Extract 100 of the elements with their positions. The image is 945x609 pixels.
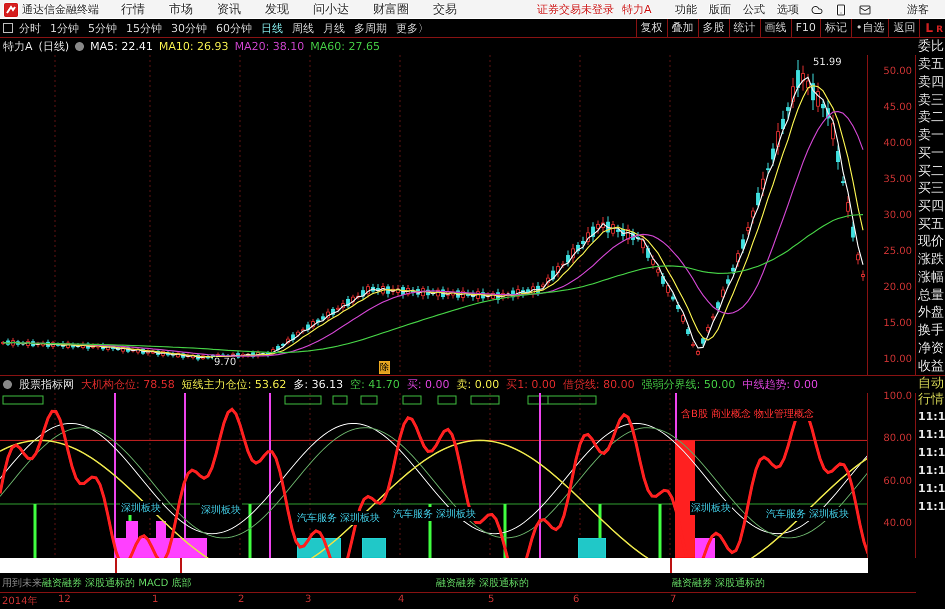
quote-label: 涨幅: [918, 268, 945, 286]
future-data-label: 用到未来: [2, 576, 42, 590]
moving-average-value: MA10: 26.93: [158, 40, 229, 53]
signal-tag: 融资融券 深股通标的 MACD 底部: [42, 576, 192, 590]
period-tab[interactable]: 月线: [323, 20, 345, 36]
tool-menu-item[interactable]: 选项: [777, 2, 799, 17]
toolbar-button[interactable]: 多股: [698, 19, 729, 37]
quote-label: 买三: [918, 180, 945, 198]
tool-menu-item[interactable]: 版面: [709, 2, 731, 17]
price-axis-label: 15.00: [883, 318, 912, 329]
date-axis-label: 7: [670, 594, 676, 605]
app-title: 通达信金融终端: [22, 2, 99, 17]
moving-average-value: MA20: 38.10: [234, 40, 304, 53]
menu-item[interactable]: 问小达: [313, 1, 349, 18]
sector-tag: 汽车服务 深圳板块: [392, 507, 478, 521]
price-axis-label: 20.00: [883, 282, 912, 293]
panel-toggle[interactable]: L R: [919, 19, 945, 37]
indicator-reading: 买: 0.00: [406, 377, 450, 392]
quote-label: 换手: [918, 322, 945, 340]
menu-item[interactable]: 交易: [433, 1, 457, 18]
period-label: (日线): [38, 39, 70, 54]
trade-time: 11:1: [918, 427, 945, 443]
period-tab[interactable]: 分时: [19, 20, 41, 36]
trade-time: 11:1: [918, 409, 945, 425]
indicator-reading: 大机构仓位: 78.58: [81, 377, 175, 392]
toolbar-button[interactable]: F10: [790, 19, 820, 37]
period-tab[interactable]: 周线: [292, 20, 314, 36]
toolbar-button[interactable]: 复权: [636, 19, 667, 37]
period-tab[interactable]: 30分钟: [171, 20, 207, 36]
high-price-label: 51.99: [812, 57, 843, 68]
indicator-axis-label: 40.00: [883, 518, 912, 530]
sector-tag: 含B股 商业概念 物业管理概念: [680, 407, 816, 421]
trade-time: 11:1: [918, 463, 945, 479]
date-axis-label: 2: [238, 594, 244, 605]
price-axis-label: 45.00: [883, 102, 912, 113]
mode-label[interactable]: 自动: [918, 376, 945, 392]
period-tab[interactable]: 5分钟: [88, 20, 117, 36]
toolbar-button[interactable]: 叠加: [666, 19, 698, 37]
sector-tag: 汽车服务 深圳板块: [765, 507, 850, 521]
mode-label[interactable]: 行情: [918, 392, 945, 408]
tool-menu-item[interactable]: 功能: [675, 2, 697, 17]
menu-item[interactable]: 资讯: [217, 1, 241, 18]
indicator-reading: 强弱分界线: 50.00: [642, 377, 736, 392]
event-marker: 除: [379, 361, 390, 374]
login-status: 证券交易未登录: [537, 2, 614, 17]
quote-label: 涨跌: [918, 251, 945, 268]
quote-label: 卖二: [918, 109, 945, 126]
signal-tag: 融资融券 深股通标的: [436, 576, 530, 590]
quote-label: 总量: [918, 286, 945, 304]
toolbar-button[interactable]: •自选: [850, 19, 888, 37]
date-axis-label: 1: [152, 594, 158, 605]
toolbar-button[interactable]: 返回: [888, 19, 920, 37]
toolbar-button[interactable]: 画线: [760, 19, 791, 37]
date-axis-label: 12: [58, 594, 71, 605]
quote-label: 买五: [918, 216, 945, 233]
trade-time: 11:1: [918, 445, 945, 461]
quote-label: 卖四: [918, 74, 945, 91]
toolbar-button[interactable]: 标记: [820, 19, 851, 37]
menu-item[interactable]: 市场: [169, 1, 193, 18]
signal-tag: 融资融券 深股通标的: [672, 576, 766, 590]
period-tab[interactable]: 60分钟: [216, 20, 252, 36]
quote-label: 净资: [918, 340, 945, 357]
price-axis-label: 40.00: [883, 138, 912, 149]
user-label[interactable]: 游客: [907, 2, 929, 17]
toolbar-button[interactable]: 统计: [728, 19, 760, 37]
indicator-reading: 空: 41.70: [350, 377, 400, 392]
tool-menu-item[interactable]: 公式: [743, 2, 765, 17]
price-axis-label: 30.00: [883, 210, 912, 221]
trade-time: 11:1: [918, 499, 945, 515]
sector-tag: 深圳板块: [200, 503, 242, 517]
moving-average-value: MA60: 27.65: [310, 40, 380, 53]
quote-label: 买二: [918, 162, 945, 180]
price-axis-label: 50.00: [883, 66, 912, 77]
date-axis-label: 2014年: [2, 595, 38, 608]
quote-label: 买一: [918, 144, 945, 162]
period-tab[interactable]: 15分钟: [126, 20, 162, 36]
sector-tag: 深圳板块: [120, 501, 162, 515]
quote-label: 买四: [918, 198, 945, 215]
period-tab[interactable]: 日线: [261, 20, 283, 36]
quote-label: 收益: [918, 358, 945, 375]
quote-label: 外盘: [918, 304, 945, 322]
period-tab[interactable]: 1分钟: [50, 20, 79, 36]
indicator-reading: 卖: 0.00: [456, 377, 500, 392]
indicator-axis-label: 100.0: [883, 391, 912, 402]
indicator-reading: 买1: 0.00: [506, 377, 556, 392]
indicator-reading: 中线趋势: 0.00: [742, 377, 818, 392]
quote-label: 卖五: [918, 56, 945, 74]
menu-item[interactable]: 行情: [121, 1, 145, 18]
period-tab[interactable]: 更多〉: [396, 20, 429, 36]
price-axis-label: 25.00: [883, 246, 912, 257]
menu-item[interactable]: 发现: [265, 1, 289, 18]
date-axis-label: 3: [305, 594, 312, 605]
moving-average-value: MA5: 22.41: [90, 40, 153, 53]
quote-label: 现价: [918, 233, 945, 250]
sector-tag: 汽车服务 深圳板块: [296, 511, 382, 525]
sector-tag: 深圳板块: [690, 501, 732, 515]
date-axis-label: 4: [398, 594, 404, 605]
date-axis-label: 5: [488, 594, 494, 605]
period-tab[interactable]: 多周期: [354, 20, 387, 36]
menu-item[interactable]: 财富圈: [373, 1, 409, 18]
